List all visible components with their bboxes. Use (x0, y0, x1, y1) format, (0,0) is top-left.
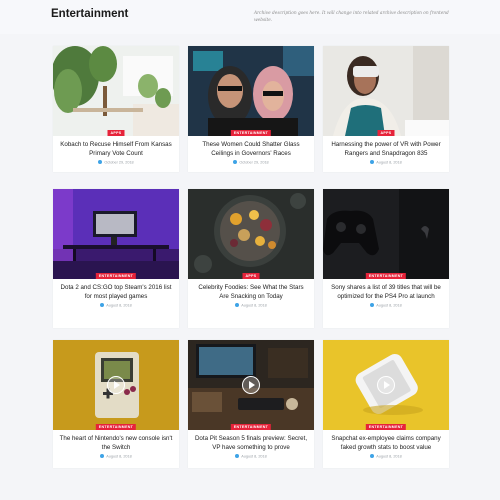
clock-icon (235, 454, 240, 459)
post-card[interactable]: ENTERTAINMENT Snapchat ex-employee claim… (323, 340, 449, 468)
category-badge[interactable]: ENTERTAINMENT (95, 272, 137, 279)
post-card[interactable]: APPS Celebrity Foodies: See What the Sta… (188, 189, 314, 328)
post-date: October 29, 2018 (188, 158, 314, 165)
clock-icon (235, 303, 240, 308)
clock-icon (100, 303, 105, 308)
category-badge[interactable]: ENTERTAINMENT (365, 423, 407, 430)
play-icon[interactable] (242, 376, 260, 394)
post-thumbnail[interactable]: ENTERTAINMENT (188, 46, 314, 136)
post-thumbnail[interactable]: ENTERTAINMENT (188, 340, 314, 430)
post-title[interactable]: Harnessing the power of VR with Power Ra… (323, 136, 449, 158)
archive-description: Archive description goes here. It will c… (254, 11, 449, 23)
post-thumbnail[interactable]: APPS (188, 189, 314, 279)
post-date: August 8, 2018 (53, 452, 179, 459)
post-thumbnail[interactable]: APPS (323, 46, 449, 136)
category-badge[interactable]: APPS (242, 272, 260, 279)
post-card[interactable]: ENTERTAINMENT These Women Could Shatter … (188, 46, 314, 172)
vr-headset-image (323, 46, 449, 136)
archive-header: Entertainment Archive description goes h… (0, 0, 500, 34)
post-card[interactable]: ENTERTAINMENT The heart of Nintendo's ne… (53, 340, 179, 468)
clock-icon (100, 454, 105, 459)
post-card[interactable]: ENTERTAINMENT Dota Pit Season 5 finals p… (188, 340, 314, 468)
post-date: August 8, 2018 (323, 158, 449, 165)
post-date: August 8, 2018 (53, 301, 179, 308)
clock-icon (370, 454, 375, 459)
post-title[interactable]: Dota 2 and CS:GO top Steam's 2016 list f… (53, 279, 179, 301)
plants-desk-image (53, 46, 179, 136)
post-date: August 8, 2018 (188, 301, 314, 308)
category-badge[interactable]: ENTERTAINMENT (230, 129, 272, 136)
category-badge[interactable]: APPS (107, 129, 125, 136)
play-icon[interactable] (107, 376, 125, 394)
post-title[interactable]: Snapchat ex-employee claims company fake… (323, 430, 449, 452)
post-date: August 8, 2018 (323, 301, 449, 308)
post-card[interactable]: ENTERTAINMENT Dota 2 and CS:GO top Steam… (53, 189, 179, 328)
post-date: August 8, 2018 (188, 452, 314, 459)
post-thumbnail[interactable]: ENTERTAINMENT (53, 340, 179, 430)
post-title[interactable]: These Women Could Shatter Glass Ceilings… (188, 136, 314, 158)
post-title[interactable]: Kobach to Recuse Himself From Kansas Pri… (53, 136, 179, 158)
post-date: October 29, 2018 (53, 158, 179, 165)
post-thumbnail[interactable]: ENTERTAINMENT (323, 189, 449, 279)
clock-icon (370, 303, 375, 308)
food-plate-image (188, 189, 314, 279)
clock-icon (233, 160, 238, 165)
post-card[interactable]: APPS Harnessing the power of VR with Pow… (323, 46, 449, 172)
post-thumbnail[interactable]: ENTERTAINMENT (323, 340, 449, 430)
purple-desk-image (53, 189, 179, 279)
category-badge[interactable]: ENTERTAINMENT (95, 423, 137, 430)
ps4-controller-image (323, 189, 449, 279)
post-card[interactable]: APPS Kobach to Recuse Himself From Kansa… (53, 46, 179, 172)
clock-icon (370, 160, 375, 165)
post-card[interactable]: ENTERTAINMENT Sony shares a list of 39 t… (323, 189, 449, 328)
post-thumbnail[interactable]: APPS (53, 46, 179, 136)
clock-icon (98, 160, 103, 165)
category-badge[interactable]: ENTERTAINMENT (230, 423, 272, 430)
category-badge[interactable]: ENTERTAINMENT (365, 272, 407, 279)
page-title: Entertainment (51, 8, 129, 20)
post-thumbnail[interactable]: ENTERTAINMENT (53, 189, 179, 279)
category-badge[interactable]: APPS (377, 129, 395, 136)
neon-couple-image (188, 46, 314, 136)
play-icon[interactable] (377, 376, 395, 394)
post-title[interactable]: The heart of Nintendo's new console isn'… (53, 430, 179, 452)
post-title[interactable]: Sony shares a list of 39 titles that wil… (323, 279, 449, 301)
post-title[interactable]: Celebrity Foodies: See What the Stars Ar… (188, 279, 314, 301)
post-date: August 8, 2018 (323, 452, 449, 459)
post-title[interactable]: Dota Pit Season 5 finals preview: Secret… (188, 430, 314, 452)
